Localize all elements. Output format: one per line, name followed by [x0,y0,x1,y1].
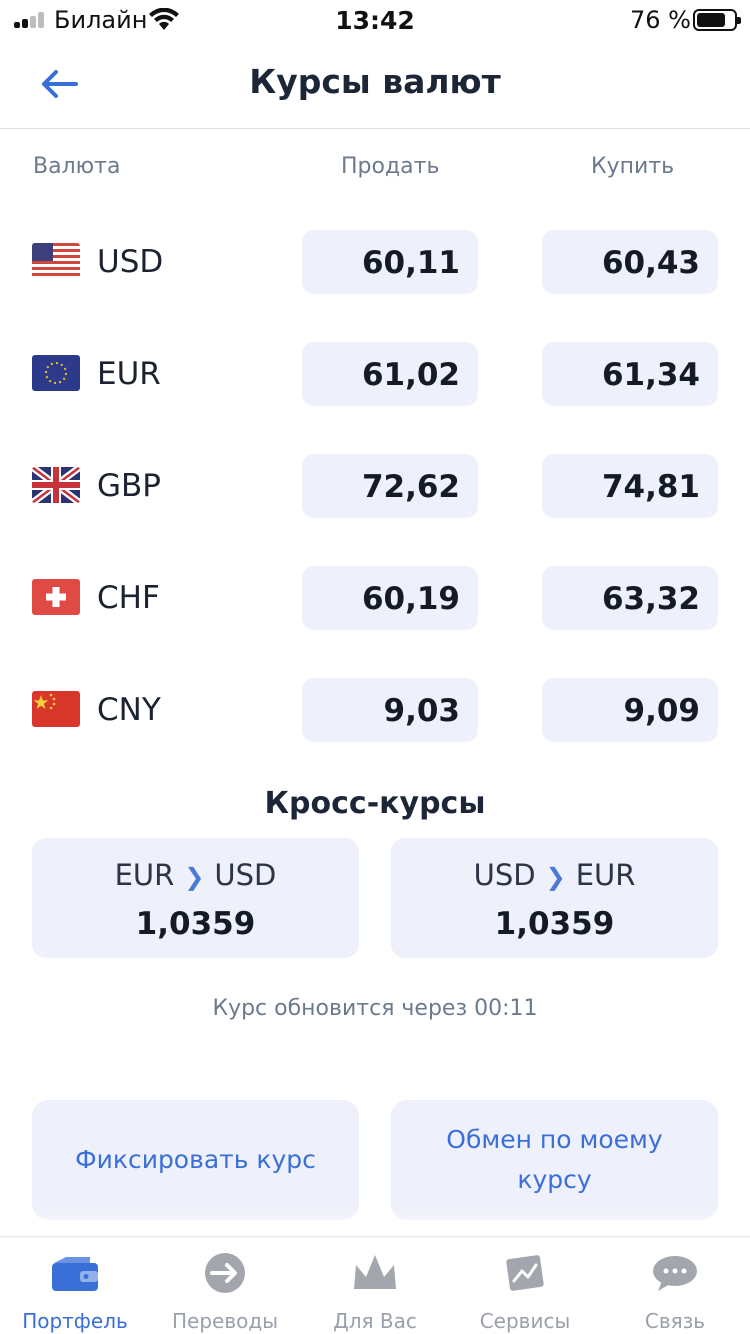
currency-code: GBP [97,468,161,504]
column-header-currency: Валюта [33,154,121,179]
currency-code: EUR [97,356,161,392]
tab-label: Для Вас [333,1309,417,1333]
fix-rate-button[interactable]: Фиксировать курс [32,1100,359,1220]
cross-rate-from: EUR [114,858,175,892]
cross-rate-card-eur-usd[interactable]: EUR ❯ USD 1,0359 [32,838,359,958]
tab-contact[interactable]: Связь [600,1237,750,1334]
cross-rate-from: USD [473,858,536,892]
chevron-right-icon: ❯ [184,863,205,891]
page-title: Курсы валют [249,62,501,101]
cross-rate-to: USD [214,858,277,892]
rate-row-chf: CHF 60,19 63,32 [0,566,750,632]
cross-rate-pair: USD ❯ EUR [391,858,718,892]
sell-rate[interactable]: 60,11 [302,230,478,294]
nav-header: Курсы валют [0,40,750,129]
cross-rate-value: 1,0359 [494,906,615,942]
rate-row-eur: EUR 61,02 61,34 [0,342,750,408]
column-header-buy: Купить [591,154,675,179]
us-flag-icon [32,243,80,279]
currency-code: CHF [97,580,160,616]
cross-rate-to: EUR [575,858,636,892]
sell-rate[interactable]: 72,62 [302,454,478,518]
sell-rate[interactable]: 60,19 [302,566,478,630]
wallet-icon [52,1257,98,1291]
buy-rate[interactable]: 61,34 [542,342,718,406]
cross-rate-pair: EUR ❯ USD [32,858,359,892]
rate-update-timer: Курс обновится через 00:11 [212,996,538,1021]
battery-percent: 76 % [630,6,691,34]
currency-code: CNY [97,692,161,728]
tab-label: Переводы [172,1309,278,1333]
chat-bubbles-icon [653,1256,697,1291]
tab-for-you[interactable]: Для Вас [300,1237,450,1334]
services-icon [506,1255,544,1291]
buy-rate[interactable]: 9,09 [542,678,718,742]
buy-rate[interactable]: 63,32 [542,566,718,630]
tab-label: Портфель [22,1309,128,1333]
tab-transfers[interactable]: Переводы [150,1237,300,1334]
status-bar: Билайн 13:42 76 % [0,0,750,40]
chevron-right-icon: ❯ [545,863,566,891]
cross-rates-title: Кросс-курсы [264,786,486,821]
column-header-sell: Продать [341,154,440,179]
buy-rate[interactable]: 74,81 [542,454,718,518]
ch-flag-icon [32,579,80,615]
tab-bar: Портфель Переводы Для Вас Сервисы Связь [0,1236,750,1334]
exchange-my-rate-button[interactable]: Обмен по моему курсу [391,1100,718,1220]
transfer-arrow-icon [205,1253,245,1293]
currency-code: USD [97,244,164,280]
tab-label: Сервисы [479,1309,571,1333]
rate-row-usd: USD 60,11 60,43 [0,230,750,296]
cn-flag-icon [32,691,80,727]
tab-label: Связь [644,1309,706,1333]
cross-rate-card-usd-eur[interactable]: USD ❯ EUR 1,0359 [391,838,718,958]
rate-row-gbp: GBP 72,62 74,81 [0,454,750,520]
sell-rate[interactable]: 61,02 [302,342,478,406]
buy-rate[interactable]: 60,43 [542,230,718,294]
tab-portfolio[interactable]: Портфель [0,1237,150,1334]
rate-row-cny: CNY 9,03 9,09 [0,678,750,744]
tab-services[interactable]: Сервисы [450,1237,600,1334]
gb-flag-icon [32,467,80,503]
eu-flag-icon [32,355,80,391]
sell-rate[interactable]: 9,03 [302,678,478,742]
cross-rate-value: 1,0359 [135,906,256,942]
battery-icon [693,9,741,31]
crown-icon [354,1255,396,1289]
